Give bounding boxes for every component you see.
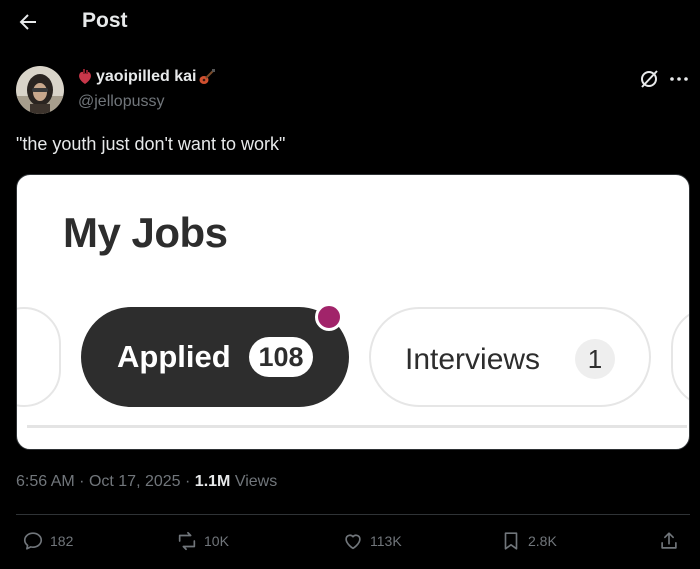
share-button[interactable] (658, 530, 680, 552)
tweet-date[interactable]: Oct 17, 2025 (89, 473, 181, 490)
tab-interviews-count: 1 (575, 339, 615, 379)
grok-icon[interactable] (638, 68, 660, 90)
tab-applied-label: Applied (117, 339, 231, 374)
bookmark-button[interactable]: 2.8K (500, 530, 557, 552)
tweet-media-image[interactable]: My Jobs Applied 108 Interviews 1 (16, 174, 690, 450)
reply-count: 182 (50, 533, 74, 549)
bookmark-count: 2.8K (528, 533, 557, 549)
author-name[interactable]: yaoipilled kai (76, 68, 216, 86)
tweet-meta: 6:56 AM · Oct 17, 2025 · 1.1M Views (16, 473, 278, 490)
reply-button[interactable]: 182 (22, 530, 73, 552)
like-button[interactable]: 113K (342, 530, 402, 552)
tweet-text: "the youth just don't want to work" (16, 134, 286, 154)
divider (27, 425, 687, 428)
notification-dot (315, 303, 343, 331)
tweet-time[interactable]: 6:56 AM (16, 473, 75, 490)
partial-tab-left (17, 307, 61, 407)
divider (16, 514, 690, 515)
author-handle[interactable]: @jellopussy (78, 93, 165, 111)
repost-icon (178, 531, 196, 551)
reply-icon (23, 532, 43, 550)
page-title: Post (82, 9, 128, 32)
anatomical-heart-icon (76, 68, 94, 86)
jobs-title: My Jobs (63, 209, 228, 256)
like-count: 113K (370, 533, 402, 549)
tab-interviews-label: Interviews (405, 343, 541, 376)
top-bar: Post (0, 0, 700, 44)
guitar-icon (198, 68, 216, 86)
views-count: 1.1M (194, 473, 231, 490)
tab-interviews: Interviews 1 (369, 307, 651, 407)
action-bar: 182 10K 113K 2.8K (0, 528, 700, 558)
repost-button[interactable]: 10K (176, 530, 229, 552)
repost-count: 10K (204, 533, 229, 549)
views-label: Views (234, 473, 278, 490)
arrow-left-icon[interactable] (16, 10, 40, 34)
heart-icon (345, 534, 361, 550)
bookmark-icon (504, 532, 518, 550)
tab-applied-count: 108 (249, 337, 313, 377)
display-name-text: yaoipilled kai (96, 68, 197, 85)
more-options-icon[interactable] (668, 68, 690, 90)
tab-applied: Applied 108 (81, 307, 349, 407)
avatar[interactable] (16, 66, 64, 114)
share-icon (661, 532, 677, 549)
partial-tab-right (671, 307, 689, 407)
